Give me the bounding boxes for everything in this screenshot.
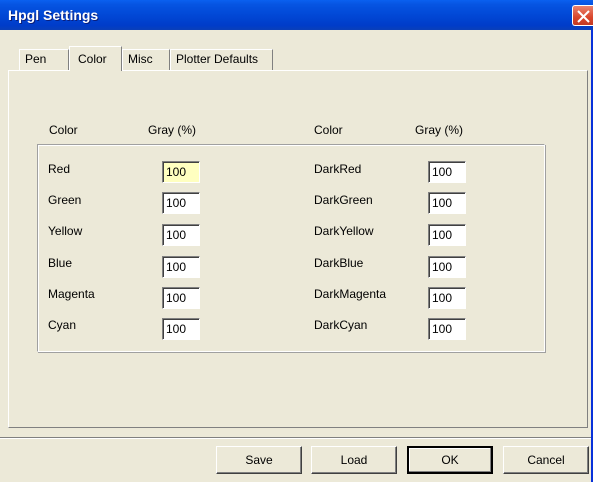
tab-pen[interactable]: Pen [19, 49, 69, 70]
tab-label: Pen [25, 52, 47, 66]
window-title: Hpgl Settings [8, 7, 99, 23]
close-icon [577, 10, 590, 23]
tab-misc[interactable]: Misc [122, 49, 170, 70]
tab-label: Plotter Defaults [176, 52, 259, 66]
tab-plotter-defaults[interactable]: Plotter Defaults [170, 49, 273, 70]
dialog-window: Hpgl Settings Pen Color Misc Plotter Def… [0, 0, 593, 482]
cancel-button[interactable]: Cancel [503, 446, 589, 474]
ok-button[interactable]: OK [407, 446, 493, 474]
close-button[interactable] [572, 5, 593, 26]
button-separator [0, 437, 591, 439]
tab-panel-color [8, 70, 588, 428]
title-bar[interactable]: Hpgl Settings [0, 0, 593, 30]
tab-label: Color [78, 52, 107, 66]
tab-color[interactable]: Color [69, 46, 122, 71]
save-button[interactable]: Save [216, 446, 302, 474]
tab-label: Misc [128, 52, 153, 66]
load-button[interactable]: Load [311, 446, 397, 474]
